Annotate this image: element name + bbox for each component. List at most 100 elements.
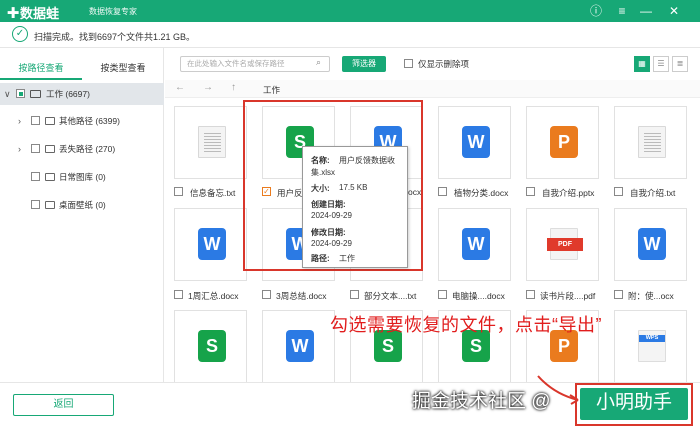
spreadsheet-file-icon: S — [198, 330, 226, 362]
chevron-right-icon[interactable]: › — [18, 110, 28, 132]
chevron-down-icon[interactable]: ∨ — [4, 83, 14, 105]
file-card[interactable]: W — [438, 106, 511, 179]
tooltip-path-value: 工作 — [339, 254, 355, 263]
back-arrow-icon[interactable]: ← — [175, 82, 185, 93]
folder-icon — [45, 201, 55, 209]
file-checkbox[interactable] — [438, 187, 447, 196]
file-card[interactable]: PDF — [526, 208, 599, 281]
forward-arrow-icon[interactable]: → — [203, 82, 213, 93]
tree-checkbox[interactable] — [31, 144, 40, 153]
file-info-tooltip: 名称: 用户反馈数据收 集.xlsx 大小: 17.5 KB 创建日期: 202… — [302, 146, 408, 268]
file-card[interactable]: W — [174, 208, 247, 281]
check-circle-icon: ✓ — [12, 26, 28, 42]
tree-item-daily-gallery[interactable]: 日常图库 (0) — [0, 166, 164, 188]
txt-file-icon — [198, 126, 226, 158]
word-file-icon: W — [462, 228, 490, 260]
toolbar: 在此处输入文件名或保存路径 ⌕ 筛选器 仅显示删除项 ▦ ☰ ≣ — [172, 56, 697, 74]
export-highlight-frame — [575, 383, 693, 426]
scan-status-bar: ✓ 扫描完成。找到6697个文件共1.21 GB。 — [0, 22, 700, 48]
search-input[interactable]: 在此处输入文件名或保存路径 — [180, 56, 330, 72]
app-subtitle: 数据恢复专家 — [89, 7, 137, 16]
close-icon[interactable]: ✕ — [666, 3, 682, 19]
file-name: 植物分类.docx — [454, 188, 509, 198]
pdf-file-icon: PDF — [547, 228, 583, 260]
chevron-right-icon[interactable]: › — [18, 138, 28, 160]
file-checkbox[interactable] — [262, 290, 271, 299]
file-checkbox[interactable] — [350, 290, 359, 299]
tree-item-label: 丢失路径 (270) — [59, 144, 116, 154]
tree-checkbox[interactable] — [31, 172, 40, 181]
file-card[interactable]: W — [438, 208, 511, 281]
only-deleted-checkbox[interactable] — [404, 59, 413, 68]
tree-checkbox[interactable] — [16, 89, 25, 98]
scan-status-text: 扫描完成。找到6697个文件共1.21 GB。 — [34, 32, 196, 42]
tree-checkbox[interactable] — [31, 200, 40, 209]
pdf-label: PDF — [547, 238, 583, 251]
word-file-icon: W — [462, 126, 490, 158]
tree-item-desktop-wallpaper[interactable]: 桌面壁纸 (0) — [0, 194, 164, 216]
sidebar: 按路径查看 按类型查看 ∨ 工作 (6697) › 其他路径 (6399) › … — [0, 48, 164, 382]
tooltip-size-value: 17.5 KB — [339, 183, 368, 192]
instruction-annotation: 勾选需要恢复的文件，点击“导出” — [330, 315, 602, 335]
file-name: 自我介绍.pptx — [542, 188, 595, 198]
tree-item-work[interactable]: ∨ 工作 (6697) — [0, 83, 164, 105]
file-name: 信息备忘.txt — [190, 188, 236, 198]
title-bar: ✚数据蛙 数据恢复专家 ⓘ ≡ — ✕ — [0, 0, 700, 22]
tooltip-created-label: 创建日期: — [311, 200, 346, 209]
folder-icon — [45, 145, 55, 153]
tree-item-label: 桌面壁纸 (0) — [59, 200, 106, 210]
filter-button[interactable]: 筛选器 — [342, 56, 386, 72]
wps-file-icon: WPS — [638, 330, 666, 362]
only-deleted-label: 仅显示删除项 — [418, 59, 470, 69]
drive-icon — [30, 90, 41, 98]
grid-view-icon[interactable]: ▦ — [634, 56, 650, 72]
file-card[interactable]: S — [174, 310, 247, 383]
file-checkbox[interactable] — [438, 290, 447, 299]
txt-file-icon — [638, 126, 666, 158]
logo-plus-icon: ✚ — [6, 5, 20, 22]
tab-by-path[interactable]: 按路径查看 — [0, 60, 82, 80]
file-card[interactable] — [614, 106, 687, 179]
up-arrow-icon[interactable]: ↑ — [231, 82, 236, 93]
tree-item-label: 工作 (6697) — [46, 89, 90, 99]
file-card[interactable]: P — [526, 106, 599, 179]
tree-item-lost-paths[interactable]: › 丢失路径 (270) — [0, 138, 164, 160]
list-view-icon[interactable]: ☰ — [653, 56, 669, 72]
folder-icon — [45, 117, 55, 125]
file-card[interactable] — [174, 106, 247, 179]
file-card[interactable]: W — [614, 208, 687, 281]
app-logo: ✚数据蛙 — [6, 3, 59, 22]
minimize-icon[interactable]: — — [638, 3, 654, 19]
tooltip-name-label: 名称: — [311, 156, 330, 165]
tooltip-path-label: 路径: — [311, 254, 330, 263]
wps-label: WPS — [639, 335, 665, 342]
menu-icon[interactable]: ≡ — [614, 3, 630, 19]
file-card[interactable]: W — [262, 310, 335, 383]
tab-by-type[interactable]: 按类型查看 — [82, 60, 164, 80]
file-checkbox[interactable] — [174, 187, 183, 196]
back-button[interactable]: 返回 — [13, 394, 114, 416]
tree-item-label: 日常图库 (0) — [59, 172, 106, 182]
file-checkbox[interactable] — [174, 290, 183, 299]
tree-checkbox[interactable] — [31, 116, 40, 125]
word-file-icon: W — [198, 228, 226, 260]
word-file-icon: W — [638, 228, 666, 260]
file-checkbox[interactable] — [526, 187, 535, 196]
folder-icon — [45, 173, 55, 181]
file-checkbox[interactable] — [614, 187, 623, 196]
file-card[interactable]: WPS — [614, 310, 687, 383]
file-name: 部分文本....txt — [364, 291, 417, 301]
file-name: 3周总结.docx — [276, 291, 327, 301]
file-checkbox[interactable] — [614, 290, 623, 299]
tree-item-other-paths[interactable]: › 其他路径 (6399) — [0, 110, 164, 132]
tooltip-modified-value: 2024-09-29 — [311, 239, 352, 248]
tooltip-size-label: 大小: — [311, 184, 330, 193]
file-name: 附：使...ocx — [628, 291, 674, 301]
file-checkbox[interactable] — [526, 290, 535, 299]
tree-item-label: 其他路径 (6399) — [59, 116, 120, 126]
help-icon[interactable]: ⓘ — [588, 3, 604, 19]
detail-view-icon[interactable]: ≣ — [672, 56, 688, 72]
arrow-annotation-icon — [537, 375, 579, 405]
tooltip-created-value: 2024-09-29 — [311, 211, 352, 220]
tooltip-name-value: 用户反馈数据收 — [339, 156, 395, 165]
